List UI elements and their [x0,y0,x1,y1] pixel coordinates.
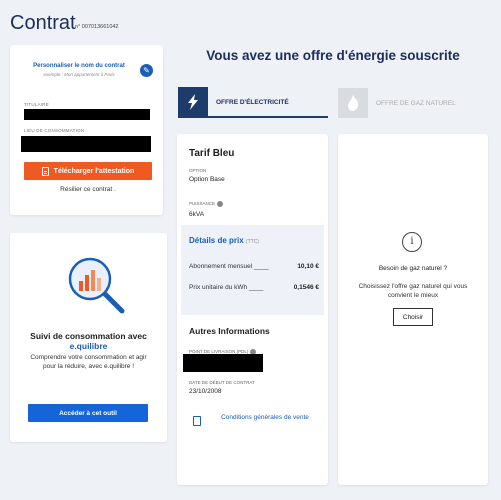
option-label: OPTION [189,168,207,173]
price-details-title-text: Détails de prix [189,236,244,245]
contract-card: Personnaliser le nom du contrat exemple … [10,45,163,215]
start-date-label: DATE DE DÉBUT DE CONTRAT [189,380,255,385]
cancel-contract-link[interactable]: Résilier ce contrat . [24,186,152,193]
tab-electricity-label: OFFRE D'ÉLECTRICITÉ [216,98,289,106]
offers-heading: Vous avez une offre d'énergie souscrite [206,48,460,63]
price-details: Détails de prix (TTC) Abonnement mensuel… [181,225,324,315]
power-label: PUISSANCE [189,201,224,207]
subscription-label: Abonnement mensuel ____ [189,263,269,270]
page-title: Contrat [10,12,76,34]
holder-redacted [24,109,150,120]
terms-of-sale-link[interactable]: Conditions générales de vente [193,414,321,426]
gas-question: Besoin de gaz naturel ? [378,265,448,272]
contract-number: n° 007013661042 [75,24,119,30]
consumption-description: Comprendre votre consommation et agir po… [30,354,147,370]
consumption-title-text: Suivi de consommation avec [30,331,147,341]
unit-price-value: 0,1546 € [293,284,319,291]
choose-gas-button[interactable]: Choisir [393,308,433,326]
brand-name: e.quilibre [69,341,108,352]
other-info-title: Autres Informations [189,326,270,336]
gas-offer-card: i Besoin de gaz naturel ? Choisissez l'o… [338,134,488,485]
magnifier-chart-icon [68,257,125,314]
price-ttc-label: (TTC) [245,239,259,245]
lightning-icon [178,87,208,117]
power-label-text: PUISSANCE [189,201,216,207]
tab-gas[interactable]: OFFRE DE GAZ NATUREL [338,88,488,118]
option-value: Option Base [189,176,225,183]
personalize-example: exemple : Mon appartement à Paris [43,72,115,77]
download-certificate-button[interactable]: Télécharger l'attestation [24,162,152,180]
tab-electricity[interactable]: OFFRE D'ÉLECTRICITÉ [178,87,328,118]
location-redacted [21,136,151,152]
tab-gas-label: OFFRE DE GAZ NATUREL [376,99,456,107]
price-details-title: Détails de prix (TTC) [189,236,259,245]
gas-description: Choisissez l'offre gaz naturel qui vous … [358,283,468,299]
pencil-icon: ✎ [143,66,150,75]
personalize-contract-link[interactable]: Personnaliser le nom du contrat [24,63,134,69]
holder-label: TITULAIRE [24,102,49,107]
subscription-value: 10,10 € [297,263,319,270]
electricity-offer-card: Tarif Bleu OPTION Option Base PUISSANCE … [177,134,328,485]
terms-of-sale-label: Conditions générales de vente [221,414,309,421]
consumption-card: Suivi de consommation avec e.quilibre Co… [10,233,167,442]
tarif-name: Tarif Bleu [189,148,235,159]
download-certificate-label: Télécharger l'attestation [53,167,135,175]
flame-icon [338,88,368,118]
delivery-point-redacted [183,354,263,372]
document-icon [193,416,201,426]
power-value: 6kVA [189,211,205,218]
unit-price-row: Prix unitaire du kWh ____ 0,1546 € [189,284,319,291]
document-icon [41,166,49,176]
unit-price-label: Prix unitaire du kWh ____ [189,284,264,291]
location-label: LIEU DE CONSOMMATION [24,128,85,133]
info-icon: i [402,232,422,252]
edit-contract-name-button[interactable]: ✎ [140,64,153,77]
consumption-title: Suivi de consommation avec e.quilibre [20,331,157,351]
info-icon[interactable] [217,201,224,207]
subscription-row: Abonnement mensuel ____ 10,10 € [189,263,319,270]
start-date-value: 23/10/2008 [189,388,222,395]
access-tool-button[interactable]: Accéder à cet outil [28,404,148,422]
